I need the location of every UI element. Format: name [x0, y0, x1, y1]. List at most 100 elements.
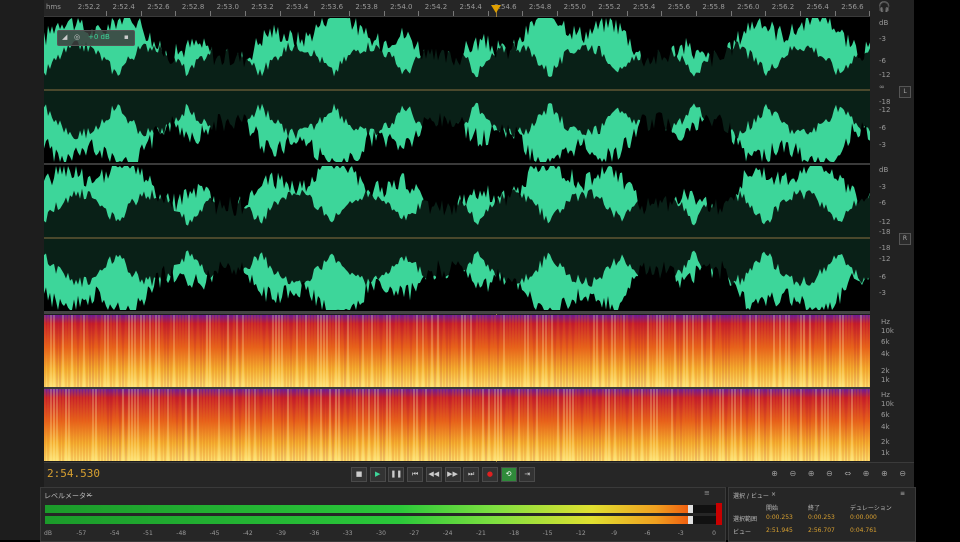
waveform-channel-right[interactable] — [44, 165, 870, 311]
right-channel-button[interactable]: R — [899, 233, 911, 245]
spectrogram-column — [53, 315, 55, 387]
spectrogram-column — [833, 315, 835, 387]
spectrogram-column — [254, 389, 256, 461]
stop-button[interactable]: ■ — [351, 467, 367, 482]
spectrogram-column — [269, 389, 271, 461]
panel-menu-icon[interactable]: ≡ — [900, 490, 905, 497]
spectrogram-column — [170, 389, 172, 461]
spectrogram-column — [704, 315, 706, 387]
spectrogram-column — [65, 315, 67, 387]
zoom-out-amplitude-icon[interactable]: ⊖ — [786, 467, 799, 480]
spectrogram-column — [386, 389, 388, 461]
zoom-in-left-icon[interactable]: ⊕ — [878, 467, 891, 480]
spectrogram-column — [662, 389, 664, 461]
spectral-divider[interactable] — [44, 311, 870, 314]
spectrogram-column — [809, 315, 811, 387]
spectrogram-column — [677, 315, 679, 387]
volume-icon[interactable]: ◢ — [62, 33, 67, 41]
skip-button[interactable]: ⇥ — [519, 467, 536, 482]
spectrogram-column — [491, 315, 493, 387]
zoom-selection-icon[interactable]: ⊕ — [860, 467, 873, 480]
zoom-in-amplitude-icon[interactable]: ⊕ — [768, 467, 781, 480]
waveform-channel-left[interactable] — [44, 17, 870, 163]
spectral-view-right[interactable] — [44, 389, 870, 461]
panel-menu-icon[interactable]: ≡ — [704, 489, 710, 497]
selection-view-tab[interactable]: 選択 / ビュー — [733, 491, 769, 500]
go-to-end-button[interactable]: ⏭ — [463, 467, 480, 482]
spectrogram-column — [575, 389, 577, 461]
spectrogram-column — [644, 389, 646, 461]
spectrogram-column — [773, 315, 775, 387]
spectrogram-column — [593, 389, 595, 461]
db-scale-label: -3 — [879, 289, 886, 297]
loop-button[interactable]: ⟲ — [500, 467, 517, 482]
db-scale-label: -6 — [879, 124, 886, 132]
spectrogram-column — [140, 389, 142, 461]
spectrogram-column — [638, 389, 640, 461]
gain-knob-icon[interactable]: ◎ — [74, 33, 80, 41]
clip-indicator[interactable] — [716, 503, 722, 525]
spectrogram-column — [188, 389, 190, 461]
hz-scale-label: Hz — [881, 391, 890, 399]
close-icon[interactable]: × — [86, 491, 92, 499]
hz-scale-label: 4k — [881, 423, 890, 431]
pin-icon[interactable]: ▪ — [124, 33, 129, 41]
spectrogram-column — [452, 389, 454, 461]
spectrogram-column — [458, 315, 460, 387]
spectrogram-column — [473, 389, 475, 461]
zoom-out-right-icon[interactable]: ⊖ — [896, 467, 909, 480]
spectrogram-column — [734, 389, 736, 461]
current-timecode[interactable]: 2:54.530 — [47, 467, 100, 480]
spectrogram-column — [419, 315, 421, 387]
selection-start-value[interactable]: 0:00.253 — [766, 514, 793, 521]
db-scale-label: -18 — [879, 228, 891, 236]
spectrogram-column — [431, 389, 433, 461]
fast-forward-button[interactable]: ▶▶ — [444, 467, 461, 482]
zoom-out-time-icon[interactable]: ⊖ — [823, 467, 836, 480]
spectrogram-column — [422, 389, 424, 461]
view-start-value[interactable]: 2:51.945 — [766, 527, 793, 534]
spectrogram-column — [632, 389, 634, 461]
playhead-marker[interactable] — [491, 5, 501, 13]
selection-end-value[interactable]: 0:00.253 — [808, 514, 835, 521]
hz-scale-label: 2k — [881, 367, 890, 375]
spectrogram-column — [830, 315, 832, 387]
spectrogram-column — [620, 315, 622, 387]
spectrogram-column — [581, 315, 583, 387]
spectrogram-column — [155, 389, 157, 461]
left-channel-button[interactable]: L — [899, 86, 911, 98]
spectrogram-column — [632, 315, 634, 387]
zoom-full-icon[interactable]: ⇔ — [841, 467, 854, 480]
spectral-view-left[interactable] — [44, 315, 870, 387]
go-to-start-button[interactable]: ⏮ — [407, 467, 424, 482]
selection-duration-value[interactable]: 0:00.000 — [850, 514, 877, 521]
gain-hud[interactable]: ◢ ◎ +0 dB ▪ — [57, 30, 135, 46]
spectrogram-column — [356, 389, 358, 461]
play-button[interactable]: ▶ — [369, 467, 386, 482]
rewind-button[interactable]: ◀◀ — [425, 467, 442, 482]
spectrogram-column — [638, 315, 640, 387]
headphones-icon[interactable]: 🎧 — [878, 2, 890, 13]
spectrogram-column — [524, 315, 526, 387]
spectrogram-column — [56, 389, 58, 461]
pause-button[interactable]: ❚❚ — [388, 467, 405, 482]
record-button[interactable]: ● — [481, 467, 498, 482]
spectrogram-column — [560, 389, 562, 461]
spectrogram-column — [146, 315, 148, 387]
spectrogram-column — [137, 315, 139, 387]
spectrogram-column — [224, 389, 226, 461]
close-icon[interactable]: × — [771, 491, 776, 498]
spectrogram-column — [707, 315, 709, 387]
spectrogram-column — [620, 389, 622, 461]
spectrogram-column — [308, 315, 310, 387]
spectrogram-column — [377, 389, 379, 461]
spectrogram-column — [452, 315, 454, 387]
zoom-in-time-icon[interactable]: ⊕ — [805, 467, 818, 480]
spectrogram-column — [800, 315, 802, 387]
hz-scale-label: 6k — [881, 411, 890, 419]
view-duration-value[interactable]: 0:04.761 — [850, 527, 877, 534]
ruler-tick-mark — [140, 11, 142, 16]
view-end-value[interactable]: 2:56.707 — [808, 527, 835, 534]
spectrogram-column — [125, 389, 127, 461]
spectrogram-column — [65, 389, 67, 461]
